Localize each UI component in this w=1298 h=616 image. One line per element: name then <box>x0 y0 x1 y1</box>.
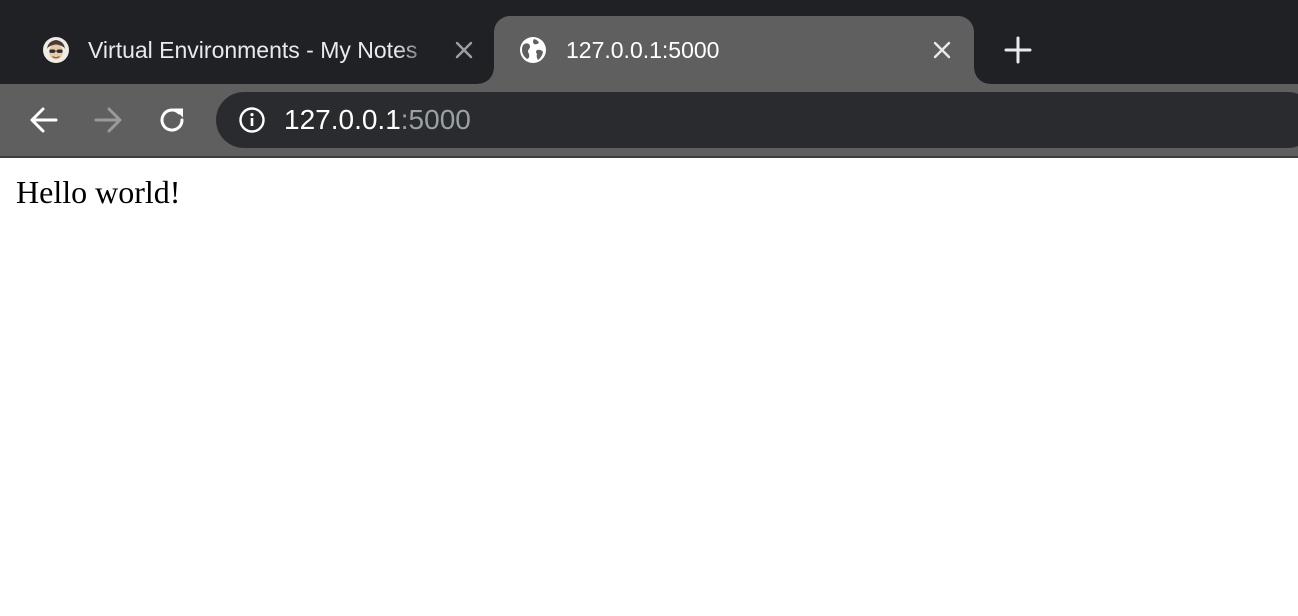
close-icon[interactable] <box>930 38 954 62</box>
reload-button[interactable] <box>154 102 190 138</box>
forward-button[interactable] <box>90 102 126 138</box>
back-button[interactable] <box>26 102 62 138</box>
page-content: Hello world! <box>0 158 1298 616</box>
tab-virtual-environments[interactable]: Virtual Environments - My Notes <box>20 16 494 84</box>
page-text: Hello world! <box>16 174 181 210</box>
tab-title: Virtual Environments - My Notes <box>88 37 418 63</box>
reload-icon <box>160 108 184 132</box>
browser-window: Virtual Environments - My Notes 127.0.0.… <box>0 0 1298 616</box>
tab-title: 127.0.0.1:5000 <box>566 37 720 63</box>
forward-arrow-icon <box>94 107 122 133</box>
avatar-icon <box>42 36 70 64</box>
url-host: 127.0.0.1 <box>284 104 401 135</box>
url-port: :5000 <box>400 104 471 135</box>
url-text[interactable]: 127.0.0.1:5000 <box>284 104 471 136</box>
address-bar[interactable]: 127.0.0.1:5000 <box>216 92 1298 148</box>
globe-icon <box>519 36 547 64</box>
back-arrow-icon <box>30 107 58 133</box>
plus-icon <box>1004 36 1032 64</box>
close-icon[interactable] <box>452 38 476 62</box>
new-tab-button[interactable] <box>1002 34 1034 66</box>
tab-strip: Virtual Environments - My Notes 127.0.0.… <box>0 0 1298 84</box>
info-icon[interactable] <box>238 106 266 134</box>
browser-toolbar: 127.0.0.1:5000 <box>0 84 1298 156</box>
tab-localhost[interactable]: 127.0.0.1:5000 <box>478 16 990 84</box>
